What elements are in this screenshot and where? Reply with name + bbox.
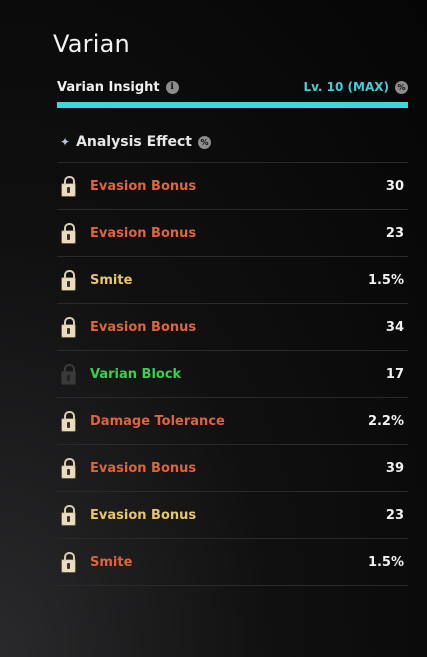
effect-name: Evasion Bonus xyxy=(90,319,197,335)
insight-progress-bar xyxy=(57,102,408,108)
effect-value: 39 xyxy=(385,460,404,476)
lock-icon[interactable] xyxy=(61,270,76,291)
effect-list: Evasion Bonus 30 Evasion Bonus 23 Smite … xyxy=(57,162,408,586)
effect-row[interactable]: Evasion Bonus 23 xyxy=(57,492,408,539)
insight-label: Varian Insight xyxy=(57,79,160,95)
effect-row[interactable]: Evasion Bonus 23 xyxy=(57,210,408,257)
percent-icon[interactable]: % xyxy=(197,135,211,149)
effect-row[interactable]: Evasion Bonus 39 xyxy=(57,445,408,492)
effect-row[interactable]: Damage Tolerance 2.2% xyxy=(57,398,408,445)
section-label: Analysis Effect xyxy=(76,134,192,150)
effect-name: Smite xyxy=(90,554,133,570)
insight-header: Varian Insight i Lv. 10 (MAX) % xyxy=(57,78,408,96)
percent-icon[interactable]: % xyxy=(395,80,408,94)
page-title: Varian xyxy=(53,30,130,58)
effect-row[interactable]: Evasion Bonus 30 xyxy=(57,163,408,210)
effect-value: 23 xyxy=(385,225,404,241)
effect-name: Varian Block xyxy=(90,366,182,382)
effect-name: Evasion Bonus xyxy=(90,507,197,523)
lock-icon[interactable] xyxy=(61,458,76,479)
lock-icon[interactable] xyxy=(61,505,76,526)
lock-icon[interactable] xyxy=(61,317,76,338)
effect-row[interactable]: Evasion Bonus 34 xyxy=(57,304,408,351)
effect-name: Evasion Bonus xyxy=(90,225,197,241)
sparkle-icon: ✦ xyxy=(60,135,71,149)
effect-row[interactable]: Varian Block 17 xyxy=(57,351,408,398)
lock-icon[interactable] xyxy=(61,411,76,432)
effect-value: 1.5% xyxy=(367,554,404,570)
lock-icon[interactable] xyxy=(61,364,76,385)
effect-row[interactable]: Smite 1.5% xyxy=(57,539,408,586)
effect-value: 23 xyxy=(385,507,404,523)
effect-value: 30 xyxy=(385,178,404,194)
analysis-effect-header: ✦ Analysis Effect % xyxy=(60,133,211,151)
effect-value: 34 xyxy=(385,319,404,335)
lock-icon[interactable] xyxy=(61,223,76,244)
insight-level: Lv. 10 (MAX) xyxy=(303,80,389,94)
effect-value: 1.5% xyxy=(367,272,404,288)
effect-row[interactable]: Smite 1.5% xyxy=(57,257,408,304)
effect-name: Smite xyxy=(90,272,133,288)
lock-icon[interactable] xyxy=(61,552,76,573)
effect-name: Evasion Bonus xyxy=(90,460,197,476)
effect-name: Damage Tolerance xyxy=(90,413,225,429)
insight-progress-fill xyxy=(57,102,408,108)
effect-value: 17 xyxy=(385,366,404,382)
effect-name: Evasion Bonus xyxy=(90,178,197,194)
effect-value: 2.2% xyxy=(367,413,404,429)
info-icon[interactable]: i xyxy=(165,80,179,94)
lock-icon[interactable] xyxy=(61,176,76,197)
